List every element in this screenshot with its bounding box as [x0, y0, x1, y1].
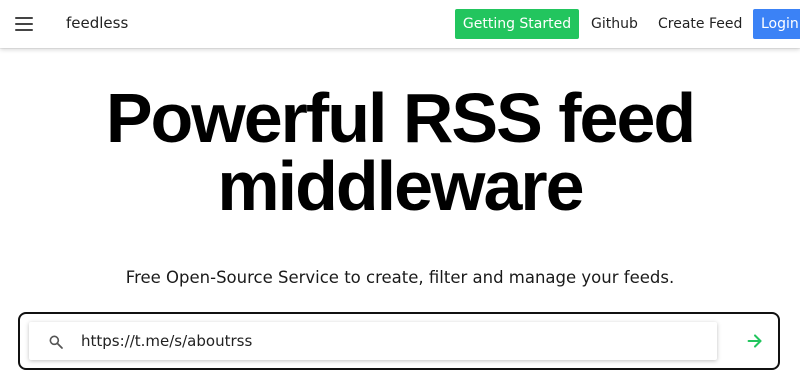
url-input[interactable]	[81, 327, 701, 355]
search-box	[29, 322, 717, 360]
create-feed-link[interactable]: Create Feed	[658, 9, 742, 39]
brand-name[interactable]: feedless	[66, 14, 128, 32]
hero-title-line-2: middleware	[217, 147, 584, 225]
search-icon	[49, 335, 63, 349]
menu-icon[interactable]	[12, 12, 36, 36]
hero-title-line-1: Powerful RSS feed	[105, 79, 696, 157]
arrow-right-icon[interactable]	[744, 330, 766, 352]
login-button[interactable]: Login	[753, 9, 800, 39]
search-form	[18, 312, 780, 370]
getting-started-button[interactable]: Getting Started	[455, 9, 579, 39]
github-link[interactable]: Github	[591, 9, 638, 39]
hero-subtitle: Free Open-Source Service to create, filt…	[125, 268, 675, 287]
hero-title: Powerful RSS feed middleware	[0, 83, 800, 221]
top-app-bar: feedless Getting Started Github Create F…	[0, 0, 800, 48]
